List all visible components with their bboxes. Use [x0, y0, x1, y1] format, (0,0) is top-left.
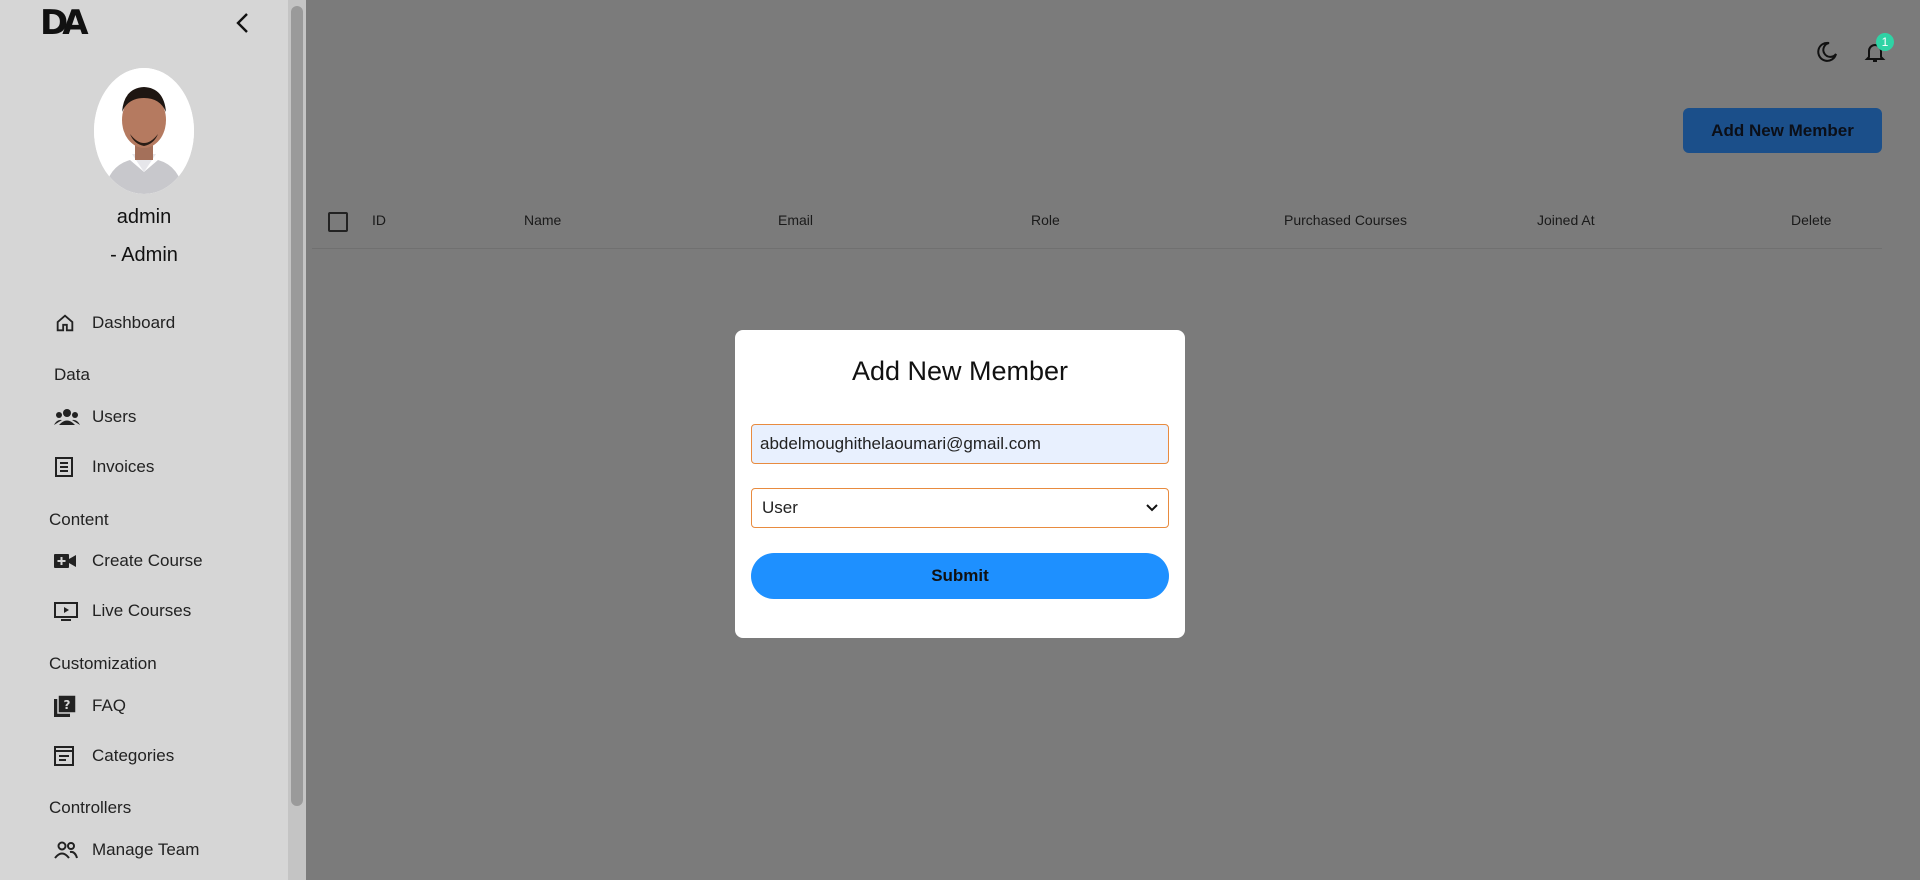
- user-role: - Admin: [110, 244, 178, 266]
- nav-label-faq: FAQ: [92, 696, 127, 715]
- nav-label-categories: Categories: [92, 746, 175, 765]
- receipt-icon: [48, 455, 90, 479]
- quiz-icon: ?: [48, 694, 90, 718]
- collapse-sidebar-button[interactable]: [228, 8, 258, 38]
- nav-label-invoices: Invoices: [92, 457, 155, 476]
- user-name: admin: [116, 206, 172, 228]
- submit-button[interactable]: Submit: [751, 553, 1169, 599]
- column-header-name[interactable]: Name: [524, 212, 561, 228]
- nav-label-manage-team: Manage Team: [92, 840, 200, 859]
- nav-item-faq[interactable]: ? FAQ: [48, 686, 248, 726]
- nav-item-create-course[interactable]: Create Course: [48, 541, 248, 581]
- nav-label-live-courses: Live Courses: [92, 601, 192, 620]
- column-header-email[interactable]: Email: [778, 212, 813, 228]
- column-header-role[interactable]: Role: [1031, 212, 1060, 228]
- nav-item-categories[interactable]: Categories: [48, 736, 248, 776]
- home-icon: [48, 311, 90, 335]
- column-header-joined-at[interactable]: Joined At: [1537, 212, 1595, 228]
- column-header-delete[interactable]: Delete: [1791, 212, 1831, 228]
- wysiwyg-icon: [48, 744, 90, 768]
- email-field[interactable]: [751, 424, 1169, 464]
- section-content: Content: [49, 510, 109, 529]
- sidebar-scrollbar-thumb[interactable]: [291, 6, 303, 806]
- avatar: [94, 68, 194, 194]
- add-new-member-button[interactable]: Add New Member: [1683, 108, 1882, 153]
- live-tv-icon: [48, 599, 90, 623]
- avatar-image: [94, 68, 194, 194]
- sidebar: DA admin - Admin Dashboard Data Users In…: [0, 0, 288, 880]
- section-customization: Customization: [49, 654, 157, 673]
- moon-icon: [1817, 41, 1837, 62]
- nav-item-invoices[interactable]: Invoices: [48, 447, 248, 487]
- people-outline-icon: [48, 838, 90, 862]
- nav-item-users[interactable]: Users: [48, 397, 248, 437]
- column-header-purchased-courses[interactable]: Purchased Courses: [1284, 212, 1407, 228]
- video-call-icon: [48, 549, 90, 573]
- select-all-checkbox[interactable]: [328, 212, 348, 232]
- nav-label-dashboard: Dashboard: [92, 313, 176, 332]
- role-select[interactable]: User: [751, 488, 1169, 528]
- nav-item-live-courses[interactable]: Live Courses: [48, 591, 248, 631]
- chevron-down-icon: [1146, 504, 1158, 512]
- column-header-id[interactable]: ID: [372, 212, 386, 228]
- add-member-modal: Add New Member User Submit: [735, 330, 1185, 638]
- svg-text:?: ?: [64, 698, 71, 712]
- nav-item-manage-team[interactable]: Manage Team: [48, 830, 248, 870]
- chevron-left-icon: [236, 13, 248, 33]
- logo: DA: [40, 3, 88, 43]
- section-controllers: Controllers: [49, 798, 132, 817]
- nav-item-dashboard[interactable]: Dashboard: [48, 303, 248, 343]
- section-data: Data: [54, 365, 90, 384]
- people-icon: [48, 405, 90, 429]
- nav-label-create-course: Create Course: [92, 551, 203, 570]
- notification-badge: 1: [1876, 33, 1894, 51]
- modal-title: Add New Member: [851, 356, 1069, 386]
- nav-label-users: Users: [92, 407, 137, 426]
- role-select-value: User: [762, 498, 798, 517]
- theme-toggle-button[interactable]: [1815, 40, 1839, 69]
